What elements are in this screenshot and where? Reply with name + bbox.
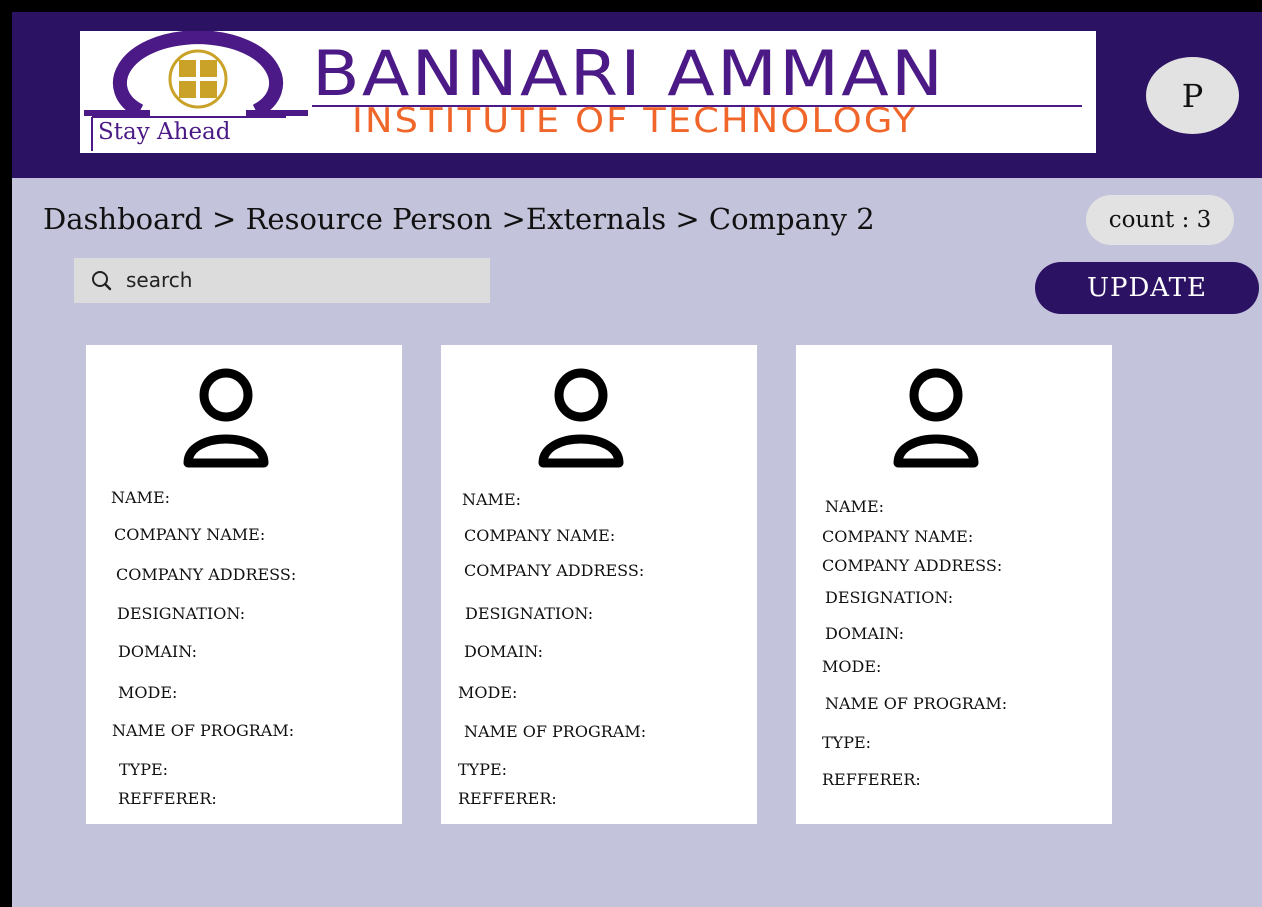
field-refferer: REFFERER: [822, 770, 921, 789]
field-mode: MODE: [458, 683, 518, 702]
field-mode: MODE: [118, 683, 178, 702]
field-designation: DESIGNATION: [465, 604, 594, 623]
field-company-address: COMPANY ADDRESS: [822, 556, 1003, 575]
search-input[interactable] [126, 263, 476, 297]
avatar[interactable]: P [1146, 57, 1239, 134]
header-bar: BANNARI AMMAN INSTITUTE OF TECHNOLOGY St… [12, 12, 1262, 178]
field-company-name: COMPANY NAME: [464, 526, 616, 545]
field-company-name: COMPANY NAME: [822, 527, 974, 546]
resource-person-card[interactable]: NAME: COMPANY NAME: COMPANY ADDRESS: DES… [86, 345, 402, 824]
field-company-address: COMPANY ADDRESS: [116, 565, 297, 584]
field-name: NAME: [825, 497, 885, 516]
logo-tagline: Stay Ahead [98, 119, 231, 145]
search-box[interactable] [74, 258, 490, 303]
field-company-address: COMPANY ADDRESS: [464, 561, 645, 580]
field-refferer: REFFERER: [118, 789, 217, 808]
field-designation: DESIGNATION: [825, 588, 954, 607]
breadcrumb: Dashboard > Resource Person >Externals >… [43, 202, 875, 236]
count-badge: count : 3 [1086, 195, 1234, 245]
field-domain: DOMAIN: [464, 642, 544, 661]
field-designation: DESIGNATION: [117, 604, 246, 623]
resource-person-card[interactable]: NAME: COMPANY NAME: COMPANY ADDRESS: DES… [441, 345, 757, 824]
search-icon [92, 271, 112, 291]
field-name: NAME: [111, 488, 171, 507]
field-name-of-program: NAME OF PROGRAM: [464, 722, 647, 741]
logo-institute-subtitle: INSTITUTE OF TECHNOLOGY [352, 101, 918, 141]
field-domain: DOMAIN: [118, 642, 198, 661]
field-type: TYPE: [822, 733, 872, 752]
logo-institute-name: BANNARI AMMAN [312, 37, 946, 110]
field-name-of-program: NAME OF PROGRAM: [112, 721, 295, 740]
field-name-of-program: NAME OF PROGRAM: [825, 694, 1008, 713]
person-icon [538, 368, 624, 468]
app-frame: BANNARI AMMAN INSTITUTE OF TECHNOLOGY St… [12, 12, 1262, 907]
field-type: TYPE: [119, 760, 169, 779]
person-icon [893, 368, 979, 468]
field-refferer: REFFERER: [458, 789, 557, 808]
institute-logo[interactable]: BANNARI AMMAN INSTITUTE OF TECHNOLOGY St… [80, 31, 1096, 153]
resource-person-card[interactable]: NAME: COMPANY NAME: COMPANY ADDRESS: DES… [796, 345, 1112, 824]
person-icon [183, 368, 269, 468]
field-type: TYPE: [458, 760, 508, 779]
field-domain: DOMAIN: [825, 624, 905, 643]
field-mode: MODE: [822, 657, 882, 676]
update-button[interactable]: UPDATE [1035, 262, 1259, 314]
field-company-name: COMPANY NAME: [114, 525, 266, 544]
field-name: NAME: [462, 490, 522, 509]
